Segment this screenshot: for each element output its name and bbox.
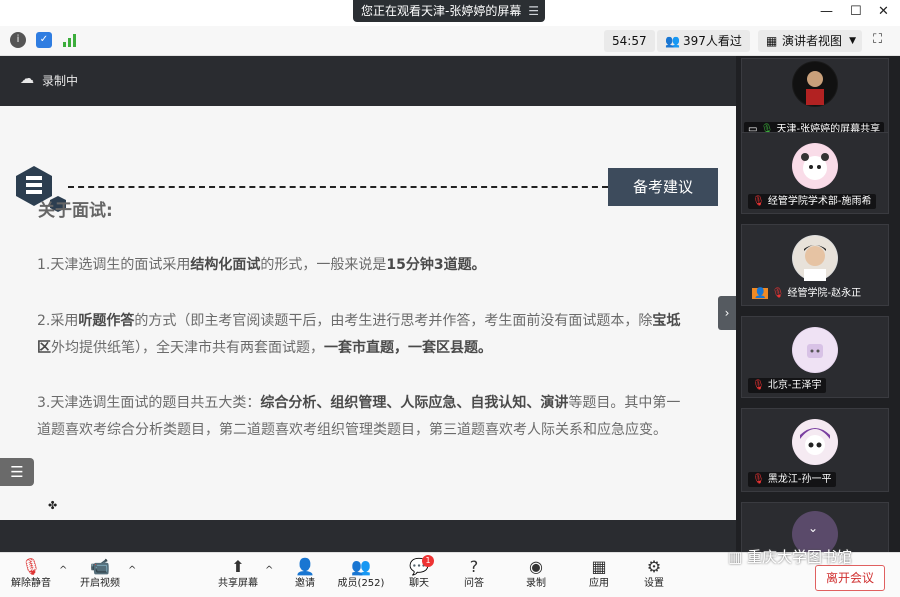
members-button[interactable]: 👥 成员(252) <box>335 557 387 591</box>
signal-icon[interactable] <box>62 32 78 48</box>
avatar <box>792 419 838 465</box>
participant-tile[interactable]: 🎙 北京-王泽宇 <box>741 316 889 398</box>
unmute-button[interactable]: 🎙 解除静音 <box>5 557 57 591</box>
share-status-pill[interactable]: 您正在观看天津-张婷婷的屏幕 ☰ <box>353 0 545 22</box>
viewer-count-label: 397人看过 <box>683 34 742 48</box>
clover-icon: ✤ <box>48 499 58 512</box>
add-user-icon: 👤 <box>295 557 315 576</box>
slide-divider <box>68 186 608 188</box>
participant-tile[interactable]: 🎙 黑龙江-孙一平 <box>741 408 889 492</box>
meeting-timer: 54:57 <box>604 30 655 52</box>
start-video-button[interactable]: 📹 开启视频 <box>74 557 126 591</box>
close-icon[interactable]: ✕ <box>878 4 889 19</box>
slide-badge: 备考建议 <box>608 168 718 206</box>
chat-button[interactable]: 💬 聊天 1 <box>393 555 445 591</box>
members-icon: 👥 <box>351 557 371 576</box>
mic-muted-icon: 🎙 <box>771 288 785 299</box>
mic-muted-icon: 🎙 <box>752 474 765 485</box>
scroll-down-icon[interactable]: ⌄ <box>808 521 818 535</box>
participant-name: 🎙 黑龙江-孙一平 <box>748 472 836 487</box>
participant-tile[interactable]: ⌄ <box>741 502 889 557</box>
record-button[interactable]: ◉ 录制 <box>510 557 562 591</box>
share-screen-button[interactable]: ⬆ 共享屏幕 <box>212 557 264 591</box>
menu-icon[interactable]: ☰ <box>528 0 539 22</box>
apps-button[interactable]: ▦ 应用 <box>573 557 625 591</box>
share-options-caret[interactable]: ^ <box>265 565 273 576</box>
video-thumbnail <box>792 61 838 107</box>
maximize-icon[interactable]: ☐ <box>850 4 862 19</box>
participant-name: 🎙 经管学院学术部-施雨希 <box>748 194 876 209</box>
fullscreen-icon[interactable]: ⛶ <box>873 32 889 48</box>
title-bar: 您正在观看天津-张婷婷的屏幕 ☰ — ☐ ✕ <box>0 0 900 26</box>
qa-button[interactable]: ? 问答 <box>448 557 500 591</box>
leave-meeting-button[interactable]: 离开会议 <box>815 565 885 591</box>
presentation-slide: 备考建议 关于面试: 1.天津选调生的面试采用结构化面试的形式，一般来说是15分… <box>0 106 736 520</box>
recording-label: 录制中 <box>42 74 79 88</box>
mic-muted-icon: 🎙 <box>752 196 765 207</box>
participant-name: 👤 🎙 经管学院-赵永正 <box>752 288 862 299</box>
participant-tile[interactable]: 👤 🎙 经管学院-赵永正 <box>741 224 889 306</box>
collapse-gallery-button[interactable]: › <box>718 296 736 330</box>
chevron-down-icon: ▼ <box>849 36 857 46</box>
notes-list-icon[interactable]: ☰ <box>0 458 34 486</box>
slide-paragraph-2: 2.采用听题作答的方式（即主考官阅读题干后，由考生进行思考并作答，考生面前没有面… <box>37 313 681 356</box>
shield-icon[interactable]: ✓ <box>36 32 52 48</box>
gear-icon: ⚙ <box>646 557 662 576</box>
slide-paragraph-1: 1.天津选调生的面试采用结构化面试的形式，一般来说是15分钟3道题。 <box>37 257 486 273</box>
recording-bar: ☁ 录制中 <box>0 56 736 106</box>
viewer-count[interactable]: 👥 397人看过 <box>657 30 750 52</box>
participant-tile[interactable]: ▭ 🎙 天津-张婷婷的屏幕共享 <box>741 58 889 142</box>
info-toolbar: i ✓ 54:57 👥 397人看过 ▦ 演讲者视图 ▼ ⛶ <box>0 26 900 56</box>
video-off-icon: 📹 <box>90 557 110 576</box>
avatar <box>792 327 838 373</box>
info-icon[interactable]: i <box>10 32 26 48</box>
video-options-caret[interactable]: ^ <box>128 565 136 576</box>
people-icon: 👥 <box>665 34 680 48</box>
slide-title: 关于面试: <box>38 201 113 221</box>
share-status-text: 您正在观看天津-张婷婷的屏幕 <box>361 4 522 18</box>
apps-icon: ▦ <box>591 557 607 576</box>
settings-button[interactable]: ⚙ 设置 <box>628 557 680 591</box>
share-screen-icon: ⬆ <box>231 557 245 576</box>
minimize-icon[interactable]: — <box>820 4 833 19</box>
chat-badge: 1 <box>422 555 434 567</box>
record-icon: ◉ <box>529 557 543 576</box>
mic-muted-icon: 🎙 <box>20 557 42 576</box>
mic-muted-icon: 🎙 <box>752 380 765 391</box>
library-logo-icon: ▥ <box>728 548 743 566</box>
cloud-icon: ☁ <box>20 71 34 87</box>
participant-name: 🎙 北京-王泽宇 <box>748 378 826 393</box>
shared-screen: ☁ 录制中 备考建议 关于面试: 1.天津选调生的面试采用结构化面试的形式，一般… <box>0 56 736 552</box>
avatar <box>792 235 838 281</box>
participant-tile[interactable]: 🎙 经管学院学术部-施雨希 <box>741 132 889 214</box>
slide-paragraph-3: 3.天津选调生面试的题目共五大类：综合分析、组织管理、人际应急、自我认知、演讲等… <box>37 395 681 438</box>
watermark: ▥ 重庆大学图书馆 <box>728 548 852 566</box>
chat-icon: 💬 <box>409 557 429 576</box>
audio-options-caret[interactable]: ^ <box>59 565 67 576</box>
view-mode-dropdown[interactable]: ▦ 演讲者视图 ▼ <box>758 30 863 52</box>
question-icon: ? <box>469 557 479 576</box>
layout-icon: ▦ <box>766 34 778 48</box>
view-mode-label: 演讲者视图 <box>782 34 843 48</box>
avatar <box>792 143 838 189</box>
person-icon: 👤 <box>752 288 769 299</box>
participant-gallery: ▭ 🎙 天津-张婷婷的屏幕共享 🎙 经管学院学术部-施雨希 👤 🎙 经管学院-赵… <box>736 56 900 557</box>
invite-button[interactable]: 👤 邀请 <box>279 557 331 591</box>
